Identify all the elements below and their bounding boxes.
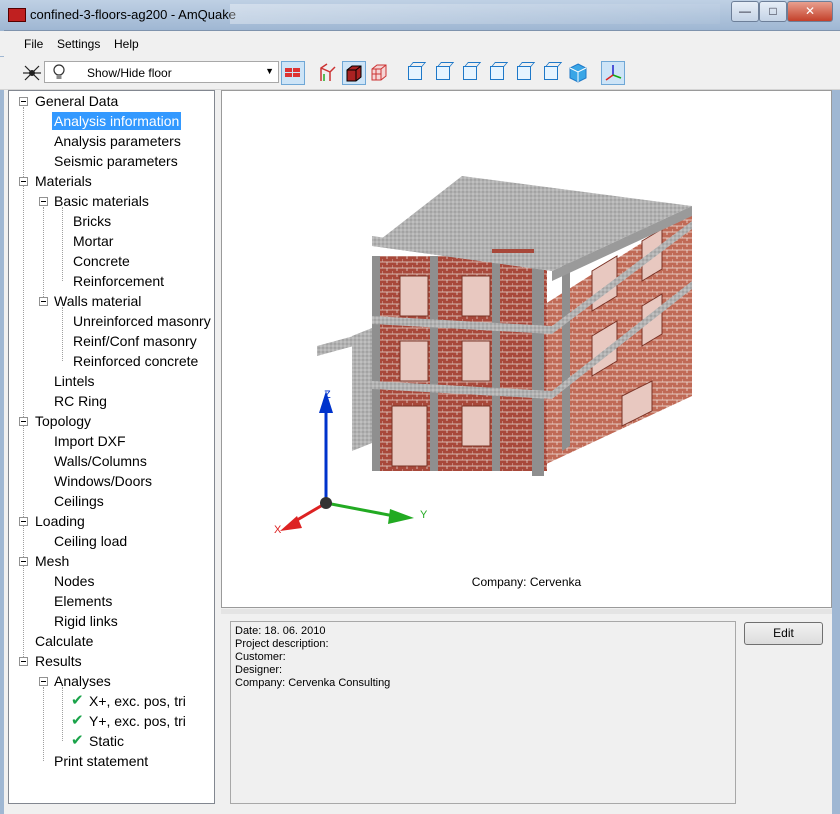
tree-concrete[interactable]: Concrete — [73, 251, 130, 271]
info-company: Company: Cervenka Consulting — [235, 677, 391, 689]
collapse-toggle[interactable] — [19, 517, 28, 526]
app-icon — [8, 8, 26, 22]
building-model — [280, 176, 692, 531]
tree-lintels[interactable]: Lintels — [54, 371, 94, 391]
project-tree: General Data Analysis information Analys… — [8, 90, 215, 804]
tree-analysis-y[interactable]: Y+, exc. pos, tri — [89, 711, 186, 731]
menu-settings[interactable]: Settings — [57, 37, 100, 51]
checkmark-icon: ✔ — [71, 732, 84, 749]
floor-select[interactable]: Show/Hide floor ▼ — [44, 61, 279, 83]
tree-connector — [43, 207, 44, 301]
wireframe-icon[interactable] — [316, 61, 340, 85]
checkmark-icon: ✔ — [71, 712, 84, 729]
info-customer: Customer: — [235, 651, 286, 663]
tree-rigid-links[interactable]: Rigid links — [54, 611, 118, 631]
floor-select-value: Show/Hide floor — [87, 66, 172, 80]
collapse-toggle[interactable] — [19, 657, 28, 666]
tree-calculate[interactable]: Calculate — [35, 631, 93, 651]
collapse-toggle[interactable] — [39, 297, 48, 306]
window-frame-left — [0, 30, 4, 814]
tree-basic-materials[interactable]: Basic materials — [54, 191, 149, 211]
view-top-icon[interactable] — [513, 61, 537, 85]
tree-reinforced-concrete[interactable]: Reinforced concrete — [73, 351, 198, 371]
tree-unreinforced-masonry[interactable]: Unreinforced masonry — [73, 311, 211, 331]
spider-icon[interactable] — [20, 61, 44, 85]
tree-walls-columns[interactable]: Walls/Columns — [54, 451, 147, 471]
solid-view-icon[interactable] — [342, 61, 366, 85]
tree-general-data[interactable]: General Data — [35, 91, 118, 111]
view-left-icon[interactable] — [459, 61, 483, 85]
tree-walls-material[interactable]: Walls material — [54, 291, 141, 311]
tree-analysis-information[interactable]: Analysis information — [52, 111, 182, 131]
tree-elements[interactable]: Elements — [54, 591, 112, 611]
window-title: confined-3-floors-ag200 - AmQuake — [30, 7, 236, 22]
menu-bar: File Settings Help — [0, 31, 840, 56]
tree-connector — [23, 107, 24, 659]
tree-nodes[interactable]: Nodes — [54, 571, 94, 591]
tree-print-statement[interactable]: Print statement — [54, 751, 148, 771]
3d-viewport[interactable]: Z Y X Company: Cervenka — [221, 90, 832, 608]
axis-x-label: X — [274, 524, 282, 536]
tree-loading[interactable]: Loading — [35, 511, 85, 531]
tree-seismic-parameters[interactable]: Seismic parameters — [54, 151, 178, 171]
tree-import-dxf[interactable]: Import DXF — [54, 431, 126, 451]
view-bottom-icon[interactable] — [540, 61, 564, 85]
maximize-button[interactable]: □ — [759, 1, 787, 22]
tree-connector — [62, 307, 63, 361]
checkmark-icon: ✔ — [71, 692, 84, 709]
tree-mortar[interactable]: Mortar — [73, 231, 113, 251]
tree-reinf-conf-masonry[interactable]: Reinf/Conf masonry — [73, 331, 197, 351]
collapse-toggle[interactable] — [39, 677, 48, 686]
tree-ceiling-load[interactable]: Ceiling load — [54, 531, 127, 551]
info-date: Date: 18. 06. 2010 — [235, 625, 326, 637]
tree-mesh[interactable]: Mesh — [35, 551, 69, 571]
viewport-company-label: Company: Cervenka — [471, 575, 582, 589]
title-bar: confined-3-floors-ag200 - AmQuake — □ ✕ — [0, 0, 840, 31]
collapse-toggle[interactable] — [19, 557, 28, 566]
axis-z-label: Z — [324, 389, 331, 401]
panel-splitter[interactable] — [221, 609, 832, 614]
close-button[interactable]: ✕ — [787, 1, 833, 22]
minimize-button[interactable]: — — [731, 1, 759, 22]
tree-reinforcement[interactable]: Reinforcement — [73, 271, 164, 291]
axis-y-label: Y — [420, 509, 428, 521]
taskbar-reflection — [230, 4, 720, 24]
tree-bricks[interactable]: Bricks — [73, 211, 111, 231]
tree-analysis-parameters[interactable]: Analysis parameters — [54, 131, 181, 151]
tree-analysis-static[interactable]: Static — [89, 731, 124, 751]
tree-connector — [43, 687, 44, 761]
bricks-view-icon[interactable] — [281, 61, 305, 85]
tree-analyses[interactable]: Analyses — [54, 671, 111, 691]
tree-materials[interactable]: Materials — [35, 171, 92, 191]
axes-icon[interactable] — [601, 61, 625, 85]
collapse-toggle[interactable] — [19, 177, 28, 186]
window-frame-right — [832, 57, 840, 814]
tree-ceilings[interactable]: Ceilings — [54, 491, 104, 511]
view-front-icon[interactable] — [404, 61, 428, 85]
tree-windows-doors[interactable]: Windows/Doors — [54, 471, 152, 491]
view-right-icon[interactable] — [486, 61, 510, 85]
tree-connector — [62, 687, 63, 741]
chevron-down-icon: ▼ — [265, 66, 274, 76]
view-back-icon[interactable] — [432, 61, 456, 85]
collapse-toggle[interactable] — [19, 417, 28, 426]
toolbar: Show/Hide floor ▼ — [0, 57, 840, 90]
tree-analysis-x[interactable]: X+, exc. pos, tri — [89, 691, 186, 711]
menu-file[interactable]: File — [24, 37, 43, 51]
edit-button[interactable]: Edit — [744, 622, 823, 645]
analysis-info-panel: Date: 18. 06. 2010 Project description: … — [230, 621, 736, 804]
collapse-toggle[interactable] — [19, 97, 28, 106]
transparent-view-icon[interactable] — [368, 61, 392, 85]
menu-help[interactable]: Help — [114, 37, 139, 51]
view-iso-icon[interactable] — [566, 61, 590, 85]
collapse-toggle[interactable] — [39, 197, 48, 206]
info-project-description: Project description: — [235, 638, 329, 650]
lightbulb-icon — [53, 64, 65, 79]
info-designer: Designer: — [235, 664, 283, 676]
tree-topology[interactable]: Topology — [35, 411, 91, 431]
tree-connector — [62, 207, 63, 281]
tree-results[interactable]: Results — [35, 651, 82, 671]
tree-rc-ring[interactable]: RC Ring — [54, 391, 107, 411]
